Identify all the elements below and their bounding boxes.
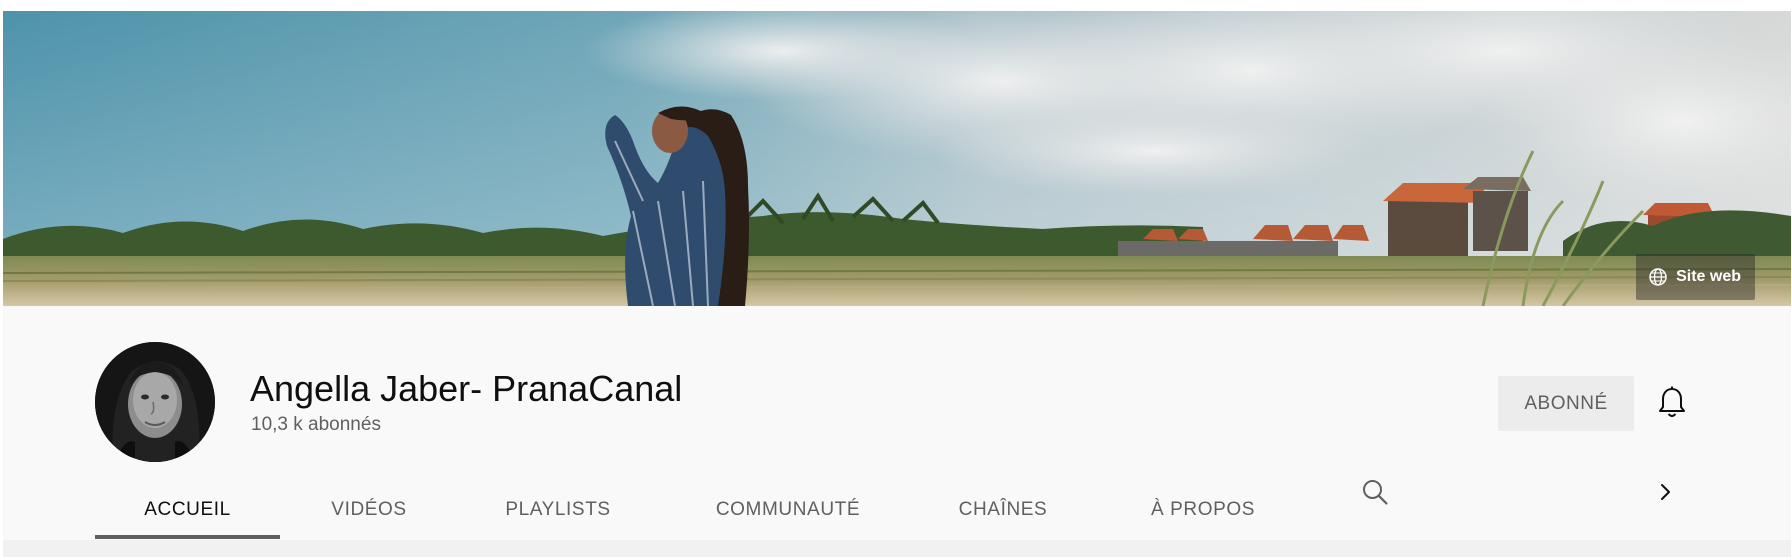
tab-communaute[interactable]: COMMUNAUTÉ bbox=[693, 480, 883, 540]
tab-label: PLAYLISTS bbox=[505, 499, 611, 520]
bell-icon[interactable] bbox=[1655, 385, 1689, 421]
channel-tabs: ACCUEIL VIDÉOS PLAYLISTS COMMUNAUTÉ CHAÎ… bbox=[3, 480, 1791, 540]
tab-accueil[interactable]: ACCUEIL bbox=[95, 480, 280, 540]
banner-image bbox=[3, 11, 1791, 306]
channel-page: Site web Angella Jaber- PranaCanal 10,3 … bbox=[0, 0, 1792, 557]
globe-icon bbox=[1648, 267, 1668, 287]
tab-chaines[interactable]: CHAÎNES bbox=[933, 480, 1073, 540]
tab-label: VIDÉOS bbox=[331, 499, 407, 520]
content-area-top bbox=[3, 540, 1791, 557]
subscriber-count: 10,3 k abonnés bbox=[251, 414, 381, 435]
avatar[interactable] bbox=[95, 342, 215, 462]
tab-videos[interactable]: VIDÉOS bbox=[303, 480, 435, 540]
tab-label: À PROPOS bbox=[1150, 499, 1256, 520]
site-web-link[interactable]: Site web bbox=[1636, 254, 1755, 300]
channel-name: Angella Jaber- PranaCanal bbox=[250, 368, 683, 409]
tab-label: COMMUNAUTÉ bbox=[715, 499, 861, 520]
channel-header: Angella Jaber- PranaCanal 10,3 k abonnés… bbox=[3, 306, 1791, 540]
tab-a-propos[interactable]: À PROPOS bbox=[1133, 480, 1273, 540]
active-tab-indicator bbox=[95, 535, 280, 539]
channel-banner: Site web bbox=[3, 11, 1791, 306]
site-web-label: Site web bbox=[1676, 268, 1741, 285]
search-icon[interactable] bbox=[1355, 472, 1395, 512]
tab-label: CHAÎNES bbox=[958, 499, 1048, 520]
chevron-right-icon[interactable] bbox=[1647, 474, 1683, 510]
tab-label: ACCUEIL bbox=[144, 499, 231, 520]
avatar-portrait bbox=[95, 342, 215, 462]
subscribed-button[interactable]: ABONNÉ bbox=[1498, 376, 1634, 431]
tab-playlists[interactable]: PLAYLISTS bbox=[473, 480, 643, 540]
